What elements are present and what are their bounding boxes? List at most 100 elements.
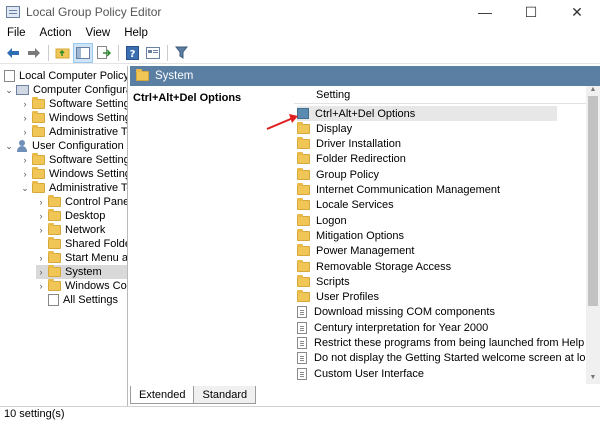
tree-item-all-settings[interactable]: All Settings [48, 293, 118, 307]
tab-extended[interactable]: Extended [130, 386, 195, 404]
view-tabs: Extended Standard [130, 386, 257, 404]
tree-item-uc-windows-settings[interactable]: › Windows Setting [20, 167, 127, 181]
chevron-down-icon[interactable]: ⌄ [20, 183, 30, 194]
all-settings-icon [48, 294, 59, 306]
tree-item-cc-windows-settings[interactable]: › Windows Setting [20, 111, 127, 125]
details-header: System [130, 66, 600, 86]
tree-item-system[interactable]: › System [36, 265, 127, 279]
settings-list-item[interactable]: Ctrl+Alt+Del Options [297, 106, 557, 121]
chevron-right-icon[interactable]: › [36, 267, 46, 277]
tree-item-cc-admin-templates[interactable]: › Administrative Te [20, 125, 127, 139]
settings-list-item-label: Download missing COM components [314, 306, 495, 319]
folder-icon [48, 195, 61, 207]
settings-list-item[interactable]: Locale Services [297, 198, 394, 213]
settings-list-item[interactable]: Power Management [297, 244, 414, 259]
menu-file[interactable]: File [0, 27, 33, 39]
settings-list-item-label: Power Management [316, 245, 415, 258]
tree-item-network[interactable]: › Network [36, 223, 105, 237]
tree-item-windows-components[interactable]: › Windows Cor [36, 279, 127, 293]
column-setting[interactable]: Setting [316, 89, 350, 101]
tree-item-computer-configuration[interactable]: ⌄ Computer Configura [4, 83, 128, 97]
show-hide-tree-icon[interactable] [73, 42, 93, 63]
tab-standard[interactable]: Standard [193, 386, 257, 404]
forward-icon[interactable] [24, 43, 44, 63]
chevron-right-icon[interactable]: › [20, 155, 30, 165]
policy-setting-icon [297, 337, 307, 349]
folder-icon [48, 237, 61, 249]
scroll-thumb[interactable] [588, 96, 598, 306]
menu-help[interactable]: Help [117, 27, 155, 39]
policy-setting-icon [297, 321, 307, 334]
tree-item-desktop[interactable]: › Desktop [36, 209, 105, 223]
settings-list-item-label: Ctrl+Alt+Del Options [315, 107, 416, 120]
settings-list-item[interactable]: Internet Communication Management [297, 183, 500, 198]
up-folder-icon[interactable] [52, 43, 72, 63]
filter-icon[interactable] [171, 43, 191, 63]
settings-list-item[interactable]: Logon [297, 213, 347, 228]
folder-icon [297, 274, 310, 287]
tree-item-local-computer-policy[interactable]: Local Computer Policy [4, 69, 128, 83]
tree-item-uc-software-settings[interactable]: › Software Settings [20, 153, 127, 167]
toolbar: ? [0, 42, 600, 64]
tree-item-control-panel[interactable]: › Control Panel [36, 195, 127, 209]
settings-list-item[interactable]: Century interpretation for Year 2000 [297, 320, 488, 335]
settings-list-item[interactable]: Group Policy [297, 167, 379, 182]
settings-list-item[interactable]: Removable Storage Access [297, 259, 451, 274]
minimize-button[interactable]: — [462, 0, 508, 24]
tree-item-shared-folders[interactable]: Shared Folder [48, 237, 128, 251]
chevron-right-icon[interactable]: › [36, 211, 46, 221]
scroll-down-icon[interactable]: ▼ [586, 374, 600, 384]
chevron-right-icon[interactable]: › [36, 197, 46, 207]
settings-list-item[interactable]: Driver Installation [297, 137, 401, 152]
export-list-icon[interactable] [94, 43, 114, 63]
window-controls: — ☐ ✕ [462, 0, 600, 24]
tree-label: System [65, 266, 102, 278]
folder-icon [32, 167, 45, 179]
scroll-up-icon[interactable]: ▲ [586, 86, 600, 96]
chevron-right-icon[interactable]: › [20, 113, 30, 123]
window-title: Local Group Policy Editor [26, 5, 162, 19]
settings-list-item-label: Folder Redirection [316, 153, 406, 166]
folder-icon [297, 244, 310, 257]
settings-list-item[interactable]: Folder Redirection [297, 152, 406, 167]
folder-icon [48, 251, 61, 263]
tree-label: Network [65, 224, 106, 236]
settings-list-item-label: Do not display the Getting Started welco… [314, 352, 600, 365]
menu-action[interactable]: Action [33, 27, 79, 39]
settings-list-item[interactable]: Do not display the Getting Started welco… [297, 351, 600, 366]
chevron-right-icon[interactable]: › [36, 253, 46, 263]
tree-label: Shared Folder [65, 238, 128, 250]
tree-label: Computer Configura [33, 84, 128, 96]
chevron-down-icon[interactable]: ⌄ [4, 85, 14, 96]
title-bar: Local Group Policy Editor — ☐ ✕ [0, 0, 600, 24]
policy-setting-icon [297, 352, 307, 365]
tree-label: Local Computer Policy [19, 70, 128, 82]
folder-icon [32, 125, 45, 137]
close-button[interactable]: ✕ [554, 0, 600, 24]
back-icon[interactable] [3, 43, 23, 63]
tree-item-user-configuration[interactable]: ⌄ User Configuration [4, 139, 124, 153]
settings-list-item[interactable]: Download missing COM components [297, 305, 495, 320]
chevron-right-icon[interactable]: › [20, 99, 30, 109]
help-icon[interactable]: ? [122, 43, 142, 63]
settings-list-item[interactable]: Scripts [297, 274, 350, 289]
tree-item-start-menu[interactable]: › Start Menu ar [36, 251, 127, 265]
tree-item-cc-software-settings[interactable]: › Software Settings [20, 97, 127, 111]
chevron-right-icon[interactable]: › [36, 225, 46, 235]
maximize-button[interactable]: ☐ [508, 0, 554, 24]
settings-list-item[interactable]: Display [297, 121, 352, 136]
chevron-right-icon[interactable]: › [36, 281, 46, 291]
settings-list-item[interactable]: User Profiles [297, 290, 379, 305]
menu-view[interactable]: View [79, 27, 118, 39]
settings-list-item[interactable]: Mitigation Options [297, 228, 404, 243]
chevron-right-icon[interactable]: › [20, 169, 30, 179]
vertical-scrollbar[interactable]: ▲ ▼ [586, 86, 600, 384]
settings-list-item[interactable]: Custom User Interface [297, 366, 424, 381]
details-header-title: System [155, 70, 194, 82]
properties-icon[interactable] [143, 43, 163, 63]
chevron-right-icon[interactable]: › [20, 127, 30, 137]
app-icon [6, 6, 20, 18]
settings-list-item[interactable]: Restrict these programs from being launc… [297, 336, 584, 351]
chevron-down-icon[interactable]: ⌄ [4, 141, 14, 152]
tree-item-uc-admin-templates[interactable]: ⌄ Administrative Te [20, 181, 127, 195]
